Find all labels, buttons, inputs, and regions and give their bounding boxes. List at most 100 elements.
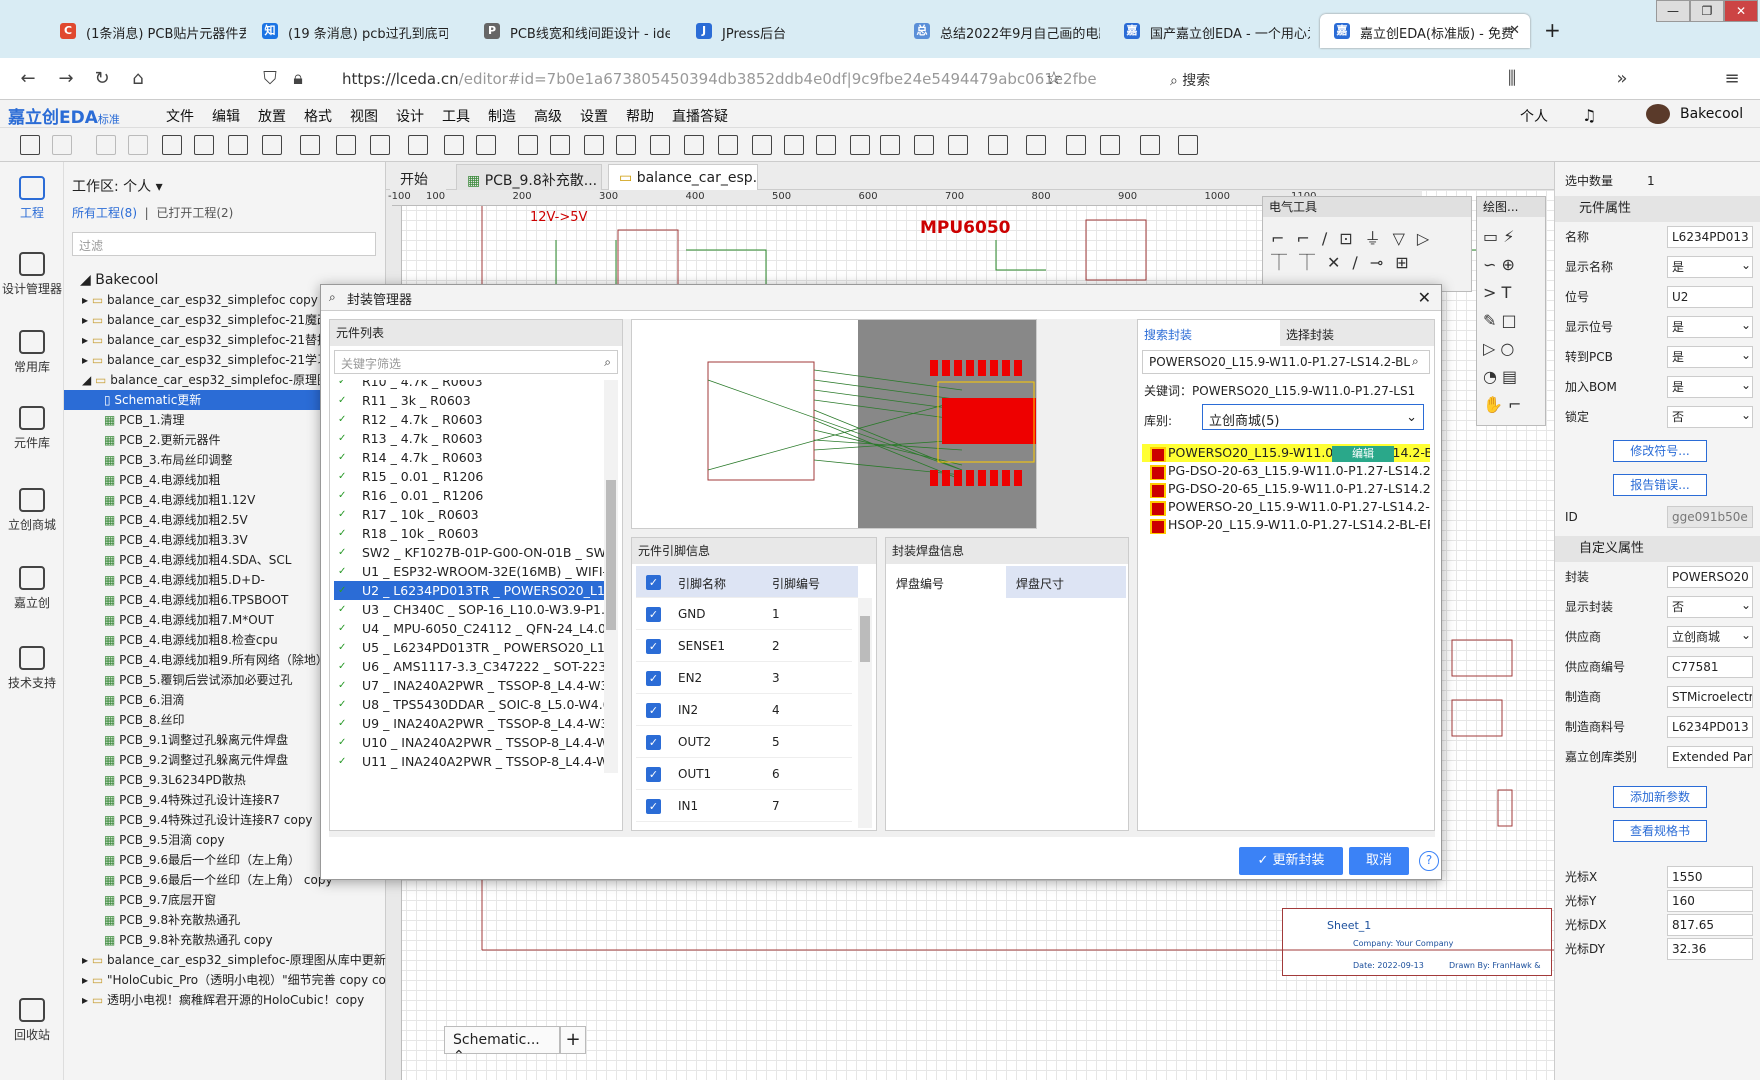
toolbar-icon[interactable] <box>880 135 900 155</box>
filter-search-icon[interactable]: ⌕ <box>604 355 611 370</box>
close-window-button[interactable]: ✕ <box>1724 0 1758 22</box>
pin-checkbox[interactable]: ✓ <box>646 639 661 654</box>
component-row[interactable]: U4 _ MPU-6050_C24112 _ QFN-24_L4.0- <box>334 619 604 638</box>
toolbar-icon[interactable] <box>718 135 738 155</box>
toolbar-icon[interactable] <box>20 135 40 155</box>
component-row[interactable]: U8 _ TPS5430DDAR _ SOIC-8_L5.0-W4.0- <box>334 695 604 714</box>
avatar[interactable] <box>1646 104 1670 124</box>
report-error-button[interactable]: 报告错误... <box>1613 474 1707 496</box>
component-row[interactable]: U1 _ ESP32-WROOM-32E(16MB) _ WIFI-S <box>334 562 604 581</box>
minimize-button[interactable]: — <box>1656 0 1690 22</box>
tree-folder[interactable]: ▸ ▭ balance_car_esp32_simplefoc-原理图从库中更新… <box>64 950 386 970</box>
toolbar-icon[interactable] <box>988 135 1008 155</box>
component-row[interactable]: U5 _ L6234PD013TR _ POWERSO20_L15 <box>334 638 604 657</box>
dialog-close-icon[interactable]: ✕ <box>1418 288 1431 307</box>
leftnav-search[interactable]: 元件库 <box>0 406 64 451</box>
toolbar-icon[interactable] <box>1178 135 1198 155</box>
component-row[interactable]: R12 _ 4.7k _ R0603 <box>334 410 604 429</box>
toolbar-icon[interactable] <box>300 135 320 155</box>
component-row[interactable]: R16 _ 0.01 _ R1206 <box>334 486 604 505</box>
browser-tab[interactable]: 嘉嘉立创EDA(标准版) - 免费 ✕ <box>1320 14 1530 48</box>
username[interactable]: Bakecool <box>1680 106 1743 122</box>
leftnav-lcsc[interactable]: 立创商城 <box>0 488 64 533</box>
footprint-search-icon[interactable]: ⌕ <box>1412 354 1419 369</box>
component-row[interactable]: USB1 _ TYPE-C-31-M-31 _ USB-C-SMD_T <box>334 771 604 773</box>
electric-tools-icons[interactable]: ⌐⌐∕⊡⏚▽▷ ⏉⏉✕∕⊸⊞ <box>1263 217 1471 281</box>
menu-icon[interactable]: ≡ <box>1720 67 1744 91</box>
toolbar-icon[interactable] <box>444 135 464 155</box>
toolbar-icon[interactable] <box>518 135 538 155</box>
cancel-button[interactable]: 取消 <box>1349 847 1409 875</box>
toolbar-icon[interactable] <box>52 135 72 155</box>
pin-row[interactable]: ✓ GND 1 <box>636 598 852 630</box>
menu-item[interactable]: 设计 <box>396 106 424 126</box>
custom-header[interactable]: 自定义属性 <box>1555 536 1760 562</box>
add-sheet-button[interactable]: + <box>560 1026 586 1054</box>
component-row[interactable]: R17 _ 10k _ R0603 <box>334 505 604 524</box>
add-param-button[interactable]: 添加新参数 <box>1613 786 1707 808</box>
tree-folder[interactable]: ▸ ▭ "HoloCubic_Pro（透明小电视）"细节完善 copy cold <box>64 970 386 990</box>
toolbar-icon[interactable] <box>228 135 248 155</box>
toolbar-icon[interactable] <box>162 135 182 155</box>
sheet-tab[interactable]: Schematic... ⌃ <box>444 1026 560 1064</box>
toolbar-icon[interactable] <box>96 135 116 155</box>
attr-header[interactable]: 元件属性 <box>1555 196 1760 222</box>
pin-checkbox[interactable]: ✓ <box>646 735 661 750</box>
pin-row[interactable]: ✓ IN1 7 <box>636 790 852 822</box>
toolbar-icon[interactable] <box>616 135 636 155</box>
component-row[interactable]: U3 _ CH340C _ SOP-16_L10.0-W3.9-P1.2 <box>334 600 604 619</box>
leftnav-folder[interactable]: 工程 <box>0 176 64 221</box>
browser-tab[interactable]: 嘉国产嘉立创EDA - 一个用心为 <box>1110 14 1310 48</box>
component-row[interactable]: R14 _ 4.7k _ R0603 <box>334 448 604 467</box>
toolbar-icon[interactable] <box>784 135 804 155</box>
new-tab-icon[interactable]: + <box>1544 18 1561 42</box>
pin-row[interactable]: ✓ OUT1 6 <box>636 758 852 790</box>
toolbar-icon[interactable] <box>584 135 604 155</box>
menu-item[interactable]: 制造 <box>488 106 516 126</box>
component-row[interactable]: U10 _ INA240A2PWR _ TSSOP-8_L4.4-W3 <box>334 733 604 752</box>
pin-checkbox[interactable]: ✓ <box>646 799 661 814</box>
toolbar-icon[interactable] <box>1100 135 1120 155</box>
prop-value[interactable]: 817.65 <box>1667 914 1753 936</box>
user-menu[interactable]: 个人 <box>1520 106 1548 126</box>
back-icon[interactable]: ← <box>16 67 40 91</box>
toolbar-icon[interactable] <box>128 135 148 155</box>
component-row[interactable]: R13 _ 4.7k _ R0603 <box>334 429 604 448</box>
menu-item[interactable]: 放置 <box>258 106 286 126</box>
component-row[interactable]: U11 _ INA240A2PWR _ TSSOP-8_L4.4-W3 <box>334 752 604 771</box>
menu-item[interactable]: 高级 <box>534 106 562 126</box>
toolbar-icon[interactable] <box>850 135 870 155</box>
filter-input[interactable]: 过滤 <box>72 232 376 256</box>
browser-tab[interactable]: P PCB线宽和线间距设计 - idea <box>470 14 670 48</box>
toolbar-icon[interactable] <box>194 135 214 155</box>
prop-value[interactable]: 1550 <box>1667 866 1753 888</box>
pin-row[interactable]: ✓ SENSE1 2 <box>636 630 852 662</box>
more-icon[interactable]: » <box>1610 67 1634 91</box>
toolbar-icon[interactable] <box>684 135 704 155</box>
reload-icon[interactable]: ↻ <box>90 67 114 91</box>
toolbar-icon[interactable] <box>1066 135 1086 155</box>
menu-item[interactable]: 视图 <box>350 106 378 126</box>
toolbar-icon[interactable] <box>650 135 670 155</box>
menu-item[interactable]: 帮助 <box>626 106 654 126</box>
prop-value[interactable]: 160 <box>1667 890 1753 912</box>
tab-select-footprint[interactable]: 选择封装 <box>1280 320 1434 346</box>
component-row[interactable]: U6 _ AMS1117-3.3_C347222 _ SOT-223-4 <box>334 657 604 676</box>
prop-value[interactable]: U2 <box>1667 286 1753 308</box>
pin-row[interactable]: ✓ EN2 3 <box>636 662 852 694</box>
component-row[interactable]: R11 _ 3k _ R0603 <box>334 391 604 410</box>
edit-footprint-button[interactable]: 编辑 <box>1332 446 1394 462</box>
menu-item[interactable]: 工具 <box>442 106 470 126</box>
component-row[interactable]: R18 _ 10k _ R0603 <box>334 524 604 543</box>
toolbar-icon[interactable] <box>816 135 836 155</box>
menu-item[interactable]: 直播答疑 <box>672 106 728 126</box>
pin-table-scrollbar[interactable] <box>858 598 872 828</box>
menu-item[interactable]: 编辑 <box>212 106 240 126</box>
leftnav-jlc[interactable]: 嘉立创 <box>0 566 64 611</box>
toolbar-icon[interactable] <box>550 135 570 155</box>
pin-checkbox[interactable]: ✓ <box>646 767 661 782</box>
workspace-selector[interactable]: 工作区: 个人 ▾ <box>72 176 163 196</box>
prop-value[interactable]: L6234PD013 <box>1667 226 1753 248</box>
tree-item[interactable]: ▦ PCB_9.8补充散热通孔 <box>64 910 386 930</box>
component-list-scroll-thumb[interactable] <box>606 480 616 630</box>
